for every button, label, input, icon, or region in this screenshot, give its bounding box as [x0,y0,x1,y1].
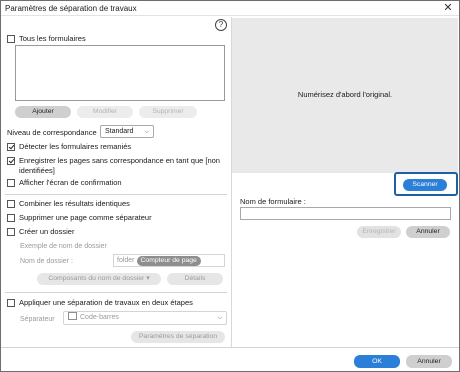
section-divider-2 [5,292,227,293]
chevron-down-icon: ⌵ [217,315,222,321]
save-unmatched-label: Enregistrer les pages sans correspondanc… [19,156,220,165]
page-counter-token: Compteur de page [136,256,201,266]
delete-form-button[interactable]: Supprimer [139,106,197,118]
show-confirmation-checkbox-box[interactable] [7,178,15,187]
save-form-button[interactable]: Enregistrer [357,226,401,238]
all-forms-label: Tous les formulaires [19,34,86,43]
separator-value: Code-barres [80,314,119,321]
forms-list[interactable] [15,45,225,101]
separator-select[interactable]: Code-barres ⌵ [63,311,227,325]
save-unmatched-checkbox[interactable]: Enregistrer les pages sans correspondanc… [7,156,220,165]
combine-results-label: Combiner les résultats identiques [19,199,130,208]
two-step-separation-label: Appliquer une séparation de travaux en d… [19,298,193,307]
ok-button[interactable]: OK [354,355,400,368]
cancel-button[interactable]: Annuler [406,355,452,368]
create-folder-checkbox[interactable]: Créer un dossier [7,227,74,236]
delete-separator-page-checkbox-box[interactable] [7,213,15,222]
match-level-value: Standard [105,128,134,135]
form-name-input[interactable] [240,207,451,220]
scan-button-highlight: Scanner [394,172,458,196]
match-level-select[interactable]: Standard ⌵ [100,125,154,138]
footer-divider [1,347,459,348]
folder-details-button[interactable]: Détails [167,273,223,285]
detect-rearranged-checkbox-box[interactable] [7,142,15,151]
folder-name-example-heading: Exemple de nom de dossier [20,243,107,250]
folder-name-components-label: Composants du nom de dossier [48,275,145,282]
save-unmatched-label-continued: identifiées] [19,166,55,175]
title-bar: Paramètres de séparation de travaux ✕ [1,1,459,16]
detect-rearranged-label: Détecter les formulaires remaniés [19,142,132,151]
two-step-separation-checkbox-box[interactable] [7,298,15,307]
folder-name-value: folder [117,257,135,264]
section-divider [5,194,227,195]
form-name-label: Nom de formulaire : [240,197,306,206]
detect-rearranged-checkbox[interactable]: Détecter les formulaires remaniés [7,142,131,151]
create-folder-label: Créer un dossier [19,227,75,236]
separation-settings-button[interactable]: Paramètres de séparation [131,331,225,343]
window-title: Paramètres de séparation de travaux [5,4,137,13]
job-separation-settings-dialog: Paramètres de séparation de travaux ✕ ? … [0,0,460,372]
all-forms-checkbox-box[interactable] [7,34,15,43]
scan-preview-area: Numérisez d'abord l'original. [232,18,458,173]
two-step-separation-checkbox[interactable]: Appliquer une séparation de travaux en d… [7,298,193,307]
save-unmatched-checkbox-box[interactable] [7,156,15,165]
cancel-form-button[interactable]: Annuler [406,226,450,238]
combine-results-checkbox-box[interactable] [7,199,15,208]
close-icon[interactable]: ✕ [441,2,455,15]
chevron-down-icon: ⌵ [144,129,149,135]
combine-results-checkbox[interactable]: Combiner les résultats identiques [7,199,130,208]
delete-separator-page-checkbox[interactable]: Supprimer une page comme séparateur [7,213,152,222]
help-icon[interactable]: ? [215,19,227,31]
preview-message: Numérisez d'abord l'original. [297,90,393,99]
folder-name-field[interactable]: folder Compteur de page [113,254,225,267]
add-form-button[interactable]: Ajouter [15,106,71,118]
separator-label: Séparateur [20,316,55,323]
modify-form-button[interactable]: Modifier [77,106,133,118]
show-confirmation-label: Afficher l'écran de confirmation [19,178,122,187]
all-forms-checkbox[interactable]: Tous les formulaires [7,34,86,43]
folder-name-components-button[interactable]: Composants du nom de dossier ▾ [37,273,161,285]
barcode-icon [68,312,77,321]
create-folder-checkbox-box[interactable] [7,227,15,236]
folder-name-label: Nom de dossier : [20,258,73,265]
match-level-label: Niveau de correspondance [7,128,97,137]
scan-button[interactable]: Scanner [403,179,447,191]
delete-separator-page-label: Supprimer une page comme séparateur [19,213,152,222]
show-confirmation-checkbox[interactable]: Afficher l'écran de confirmation [7,178,122,187]
caret-down-icon: ▾ [146,275,150,282]
